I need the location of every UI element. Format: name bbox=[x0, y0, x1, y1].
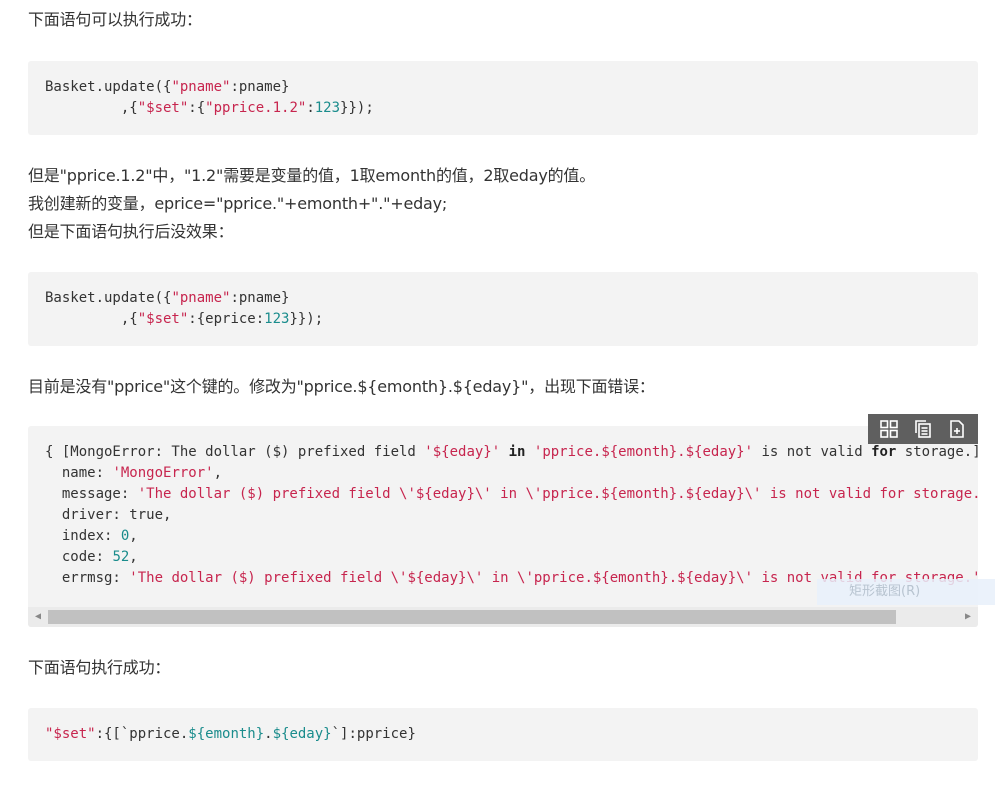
code-block-update-literal: Basket.update({"pname":pname} ,{"$set":{… bbox=[28, 61, 978, 135]
paragraph-question: 但是"pprice.1.2"中，"1.2"需要是变量的值，1取emonth的值，… bbox=[28, 166, 595, 185]
code-line: { [MongoError: The dollar ($) prefixed f… bbox=[45, 444, 978, 586]
view-source-icon[interactable] bbox=[877, 417, 901, 441]
paragraph-error-intro: 目前是没有"pprice"这个键的。修改为"pprice.${emonth}.$… bbox=[28, 377, 655, 396]
code-line: Basket.update({"pname":pname} ,{"$set":{… bbox=[45, 79, 374, 116]
scroll-left-icon[interactable]: ◀ bbox=[31, 610, 45, 624]
copy-icon[interactable] bbox=[911, 417, 935, 441]
code-line: "$set":{[`pprice.${emonth}.${eday}`]:ppr… bbox=[45, 726, 416, 742]
scrollbar-thumb[interactable] bbox=[48, 610, 896, 624]
paragraph-variable: 我创建新的变量，eprice="pprice."+emonth+"."+eday… bbox=[28, 194, 448, 213]
code-block-computed-key: "$set":{[`pprice.${emonth}.${eday}`]:ppr… bbox=[28, 708, 978, 761]
code-line: Basket.update({"pname":pname} ,{"$set":{… bbox=[45, 290, 324, 327]
paragraph-success: 下面语句执行成功： bbox=[28, 658, 171, 677]
scroll-right-icon[interactable]: ▶ bbox=[961, 610, 975, 624]
print-icon[interactable] bbox=[945, 417, 969, 441]
horizontal-scrollbar[interactable]: ◀ ▶ bbox=[28, 607, 978, 627]
code-toolbar bbox=[868, 414, 978, 444]
paragraph-no-effect: 但是下面语句执行后没效果： bbox=[28, 222, 234, 241]
screenshot-tooltip: 矩形截图(R) bbox=[817, 579, 995, 605]
code-block-update-variable: Basket.update({"pname":pname} ,{"$set":{… bbox=[28, 272, 978, 346]
paragraph-intro: 下面语句可以执行成功： bbox=[28, 10, 202, 29]
